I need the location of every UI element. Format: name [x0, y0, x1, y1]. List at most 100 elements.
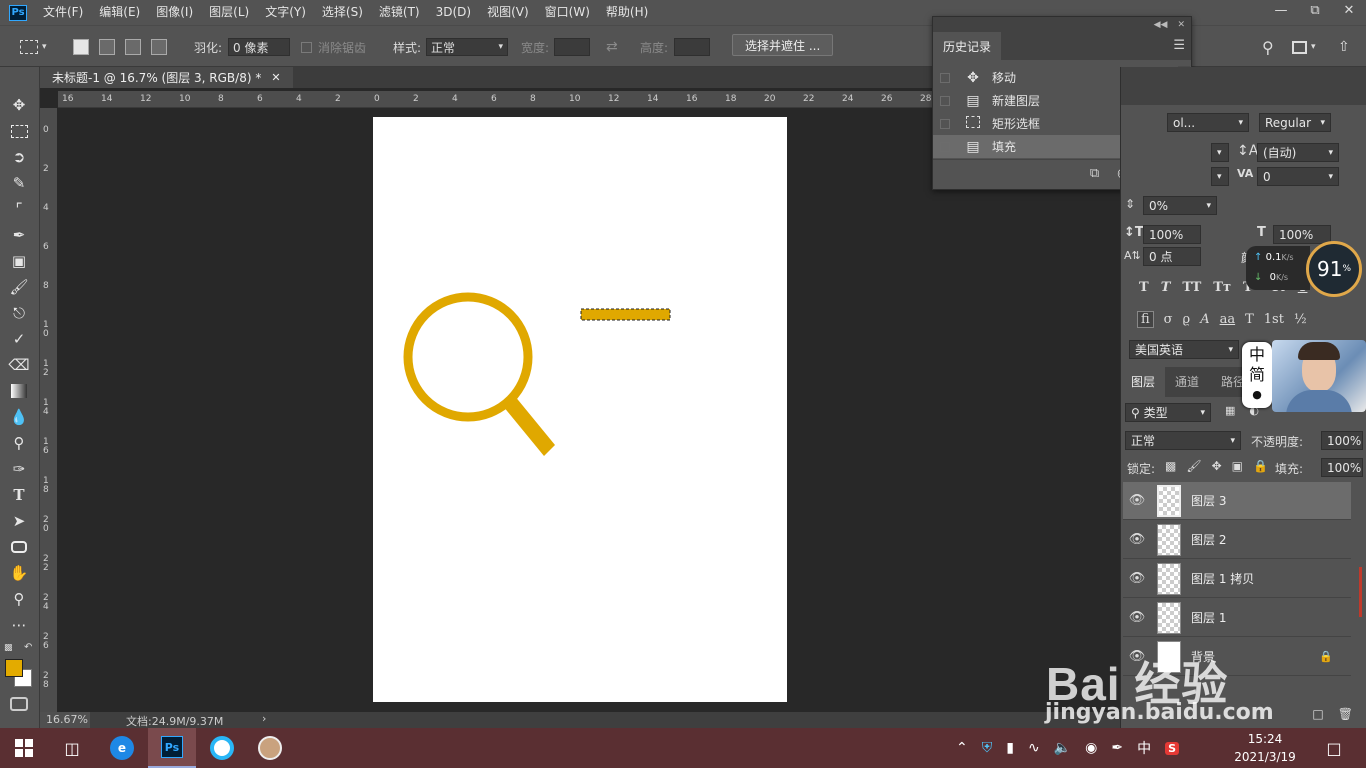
history-tab[interactable]: 历史记录 [933, 32, 1002, 60]
tray-expand-icon[interactable]: ⌃ [956, 740, 968, 756]
stamp-tool-icon[interactable]: ⎋ [8, 303, 30, 323]
menu-3d[interactable]: 3D(D) [428, 0, 479, 25]
small-caps-icon[interactable]: Tт [1213, 280, 1231, 295]
menu-filter[interactable]: 滤镜(T) [371, 0, 428, 25]
history-snapshot-checkbox[interactable] [940, 72, 950, 83]
history-snapshot-checkbox[interactable] [940, 141, 950, 152]
visibility-eye-icon[interactable]: 👁 [1123, 571, 1151, 586]
lock-all-icon[interactable]: 🔒 [1253, 459, 1268, 473]
tab-layers[interactable]: 图层 [1121, 367, 1166, 397]
new-document-from-state-icon[interactable]: ⧉ [1090, 166, 1099, 181]
quick-mask-icon[interactable] [10, 697, 28, 711]
opacity-input[interactable]: 100% [1321, 431, 1363, 450]
new-layer-button-icon[interactable]: □ [1312, 707, 1323, 721]
search-icon[interactable]: ⚲ [1262, 37, 1274, 57]
restore-icon[interactable]: ⧉ [1298, 0, 1332, 20]
marquee-preset-icon[interactable]: ▾ [20, 37, 47, 57]
blend-mode-select[interactable]: 正常 ▾ [1125, 431, 1241, 450]
healing-tool-icon[interactable]: ▣ [8, 251, 30, 271]
path-select-tool-icon[interactable]: ➤ [8, 511, 30, 531]
shape-tool-icon[interactable] [8, 537, 30, 557]
menu-layer[interactable]: 图层(L) [201, 0, 257, 25]
leading-select[interactable]: (自动) ▾ [1257, 143, 1339, 162]
taskbar-photoshop[interactable]: Ps [148, 728, 196, 768]
dodge-tool-icon[interactable]: ⚲ [8, 433, 30, 453]
visibility-eye-icon[interactable]: 👁 [1123, 532, 1151, 547]
menu-select[interactable]: 选择(S) [314, 0, 371, 25]
zoom-tool-icon[interactable]: ⚲ [8, 589, 30, 609]
notification-center-icon[interactable]: □ [1310, 728, 1358, 768]
gradient-tool-icon[interactable] [8, 381, 30, 401]
collapse-panel-icon[interactable]: ◀◀ [1154, 20, 1168, 30]
menu-image[interactable]: 图像(I) [148, 0, 201, 25]
crop-tool-icon[interactable]: ⌜ [8, 199, 30, 219]
select-and-mask-button[interactable]: 选择并遮住 ... [732, 34, 834, 56]
kerning-select[interactable]: ▾ [1211, 167, 1229, 186]
visibility-eye-icon[interactable]: 👁 [1123, 493, 1151, 508]
lock-image-icon[interactable]: 🖌 [1186, 459, 1201, 473]
layer-filter-select[interactable]: ⚲ 类型 ▾ [1125, 403, 1211, 422]
contextual-icon[interactable]: T [1245, 312, 1254, 327]
close-window-icon[interactable]: ✕ [1332, 0, 1366, 20]
menu-edit[interactable]: 编辑(E) [91, 0, 148, 25]
horizontal-scale-input[interactable]: 100% [1273, 225, 1331, 244]
filter-pixel-icon[interactable]: ▦ [1225, 404, 1235, 417]
font-family-select[interactable]: ol... ▾ [1167, 113, 1249, 132]
brush-tool-icon[interactable]: 🖌 [8, 277, 30, 297]
hand-tool-icon[interactable]: ✋ [8, 563, 30, 583]
ime-tray-label[interactable]: 中 [1137, 738, 1151, 758]
wifi-icon[interactable]: ∿ [1028, 740, 1040, 756]
quick-select-tool-icon[interactable]: ✎ [8, 173, 30, 193]
share-icon[interactable]: ⇧ [1338, 37, 1350, 57]
lasso-tool-icon[interactable]: ➲ [8, 147, 30, 167]
old-style-icon[interactable]: σ [1164, 312, 1173, 327]
tracking-select[interactable]: 0 ▾ [1257, 167, 1339, 186]
antialias-option[interactable]: 消除锯齿 [301, 37, 366, 57]
status-menu-arrow-icon[interactable]: › [262, 712, 266, 725]
layer-row-layer-1[interactable]: 👁 图层 1 [1123, 599, 1351, 637]
taskbar-clock[interactable]: 15:24 2021/3/19 [1230, 730, 1300, 766]
delete-layer-icon[interactable]: 🗑 [1338, 707, 1353, 721]
baseline-shift-input[interactable]: 0 点 [1143, 247, 1201, 266]
eraser-tool-icon[interactable]: ⌫ [8, 355, 30, 375]
start-button[interactable] [0, 728, 48, 768]
vscale-select[interactable]: 0% ▾ [1143, 196, 1217, 215]
layer-row-layer-1-copy[interactable]: 👁 图层 1 拷贝 [1123, 560, 1351, 598]
close-tab-icon[interactable]: ✕ [271, 71, 280, 84]
history-snapshot-checkbox[interactable] [940, 118, 950, 129]
volume-icon[interactable]: 🔈 [1054, 740, 1071, 756]
layer-row-layer-3[interactable]: 👁 图层 3 [1123, 482, 1351, 520]
workspace-icon[interactable]: ▾ [1292, 37, 1316, 57]
menu-view[interactable]: 视图(V) [479, 0, 537, 25]
more-tools-icon[interactable]: ⋯ [8, 615, 30, 635]
vertical-scale-input[interactable]: 100% [1143, 225, 1201, 244]
close-panel-icon[interactable]: ✕ [1177, 20, 1185, 30]
font-size-select[interactable]: ▾ [1211, 143, 1229, 162]
foreground-color-swatch[interactable] [5, 659, 23, 677]
swap-icon[interactable]: ⇄ [606, 37, 618, 57]
minimize-icon[interactable]: — [1264, 0, 1298, 20]
qq-icon[interactable]: ◉ [1085, 740, 1097, 756]
add-selection-icon[interactable] [99, 39, 115, 55]
task-view-icon[interactable]: ◫ [48, 728, 96, 768]
sogou-icon[interactable]: S [1165, 741, 1180, 755]
network-speed-widget[interactable]: ↑ 0.1K/s ↓ 0K/s [1246, 246, 1310, 290]
lock-transparent-icon[interactable]: ▩ [1165, 459, 1176, 473]
document-canvas[interactable] [373, 117, 787, 702]
security-shield-icon[interactable]: ⛨ [982, 740, 993, 756]
type-tool-icon[interactable]: T [8, 485, 30, 505]
lock-position-icon[interactable]: ✥ [1212, 459, 1222, 473]
pen-icon[interactable]: ✒ [1111, 740, 1123, 756]
zoom-level[interactable]: 16.67% [40, 712, 90, 728]
history-brush-tool-icon[interactable]: ✓ [8, 329, 30, 349]
menu-help[interactable]: 帮助(H) [598, 0, 656, 25]
blur-tool-icon[interactable]: 💧 [8, 407, 30, 427]
ligatures-icon[interactable]: fi [1137, 311, 1154, 328]
history-snapshot-checkbox[interactable] [940, 95, 950, 106]
fill-input[interactable]: 100% [1321, 458, 1363, 477]
cpu-gauge[interactable]: 91% [1306, 241, 1362, 297]
lock-artboard-icon[interactable]: ▣ [1232, 459, 1243, 473]
swash-icon[interactable]: ϱ [1183, 312, 1191, 327]
eyedropper-tool-icon[interactable]: ✒ [8, 225, 30, 245]
marquee-tool-icon[interactable] [8, 121, 30, 141]
